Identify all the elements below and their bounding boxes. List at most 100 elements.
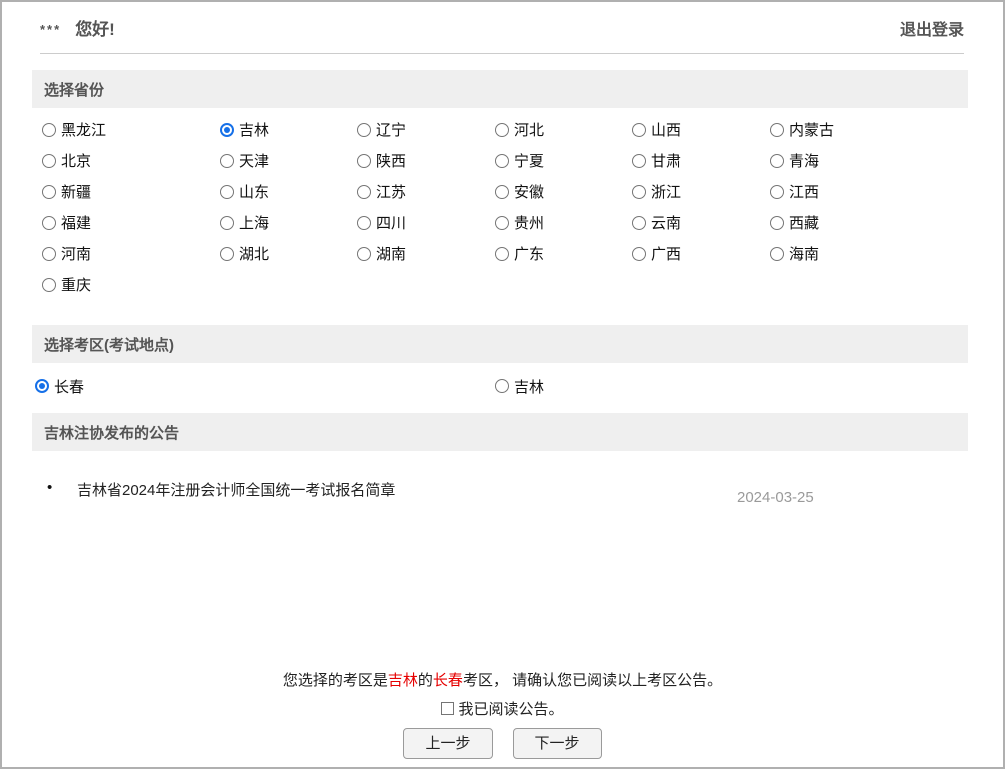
province-option[interactable]: 黑龙江 [42, 114, 220, 145]
topbar: *** 您好! 退出登录 [40, 2, 964, 54]
masked-username: *** [40, 18, 61, 37]
province-option[interactable]: 湖南 [357, 238, 495, 269]
province-option[interactable]: 吉林 [220, 114, 357, 145]
registration-page: *** 您好! 退出登录 选择省份 黑龙江吉林辽宁河北山西内蒙古北京天津陕西宁夏… [0, 0, 1005, 769]
radio-icon [632, 216, 646, 230]
province-option[interactable]: 浙江 [632, 176, 770, 207]
exam-area-option[interactable]: 长春 [35, 371, 495, 401]
radio-icon [357, 247, 371, 261]
notice-date: 2024-03-25 [737, 477, 907, 506]
province-option[interactable]: 甘肃 [632, 145, 770, 176]
exam-area-radio-group: 长春 吉林 [35, 371, 1003, 401]
province-option-label: 江西 [789, 181, 819, 202]
navigation-buttons: 上一步 下一步 [2, 728, 1003, 759]
province-option-label: 广西 [651, 243, 681, 264]
radio-icon [42, 185, 56, 199]
radio-icon [42, 278, 56, 292]
province-option-label: 黑龙江 [61, 119, 106, 140]
province-option[interactable]: 江西 [770, 176, 1003, 207]
province-option[interactable]: 青海 [770, 145, 1003, 176]
province-option-label: 山东 [239, 181, 269, 202]
exam-area-option-label: 长春 [54, 376, 84, 397]
radio-icon [220, 154, 234, 168]
greeting-text: 您好! [75, 15, 115, 40]
read-confirm-checkbox[interactable]: 我已阅读公告。 [441, 698, 563, 719]
province-option-label: 重庆 [61, 274, 91, 295]
province-option[interactable]: 海南 [770, 238, 1003, 269]
province-radio-group: 黑龙江 吉林 辽宁 河北 山西 内蒙古北京 天津 陕西 宁夏甘肃青海新疆山东 江苏 安徽 浙江 江西福建… [42, 114, 1003, 300]
radio-icon [495, 247, 509, 261]
province-option-label: 天津 [239, 150, 269, 171]
province-option[interactable]: 河北 [495, 114, 632, 145]
province-option[interactable]: 四川 [357, 207, 495, 238]
logout-link[interactable]: 退出登录 [900, 16, 964, 40]
radio-icon [770, 154, 784, 168]
province-option[interactable]: 重庆 [42, 269, 220, 300]
exam-area-section-title: 选择考区(考试地点) [44, 334, 174, 355]
province-option-label: 内蒙古 [789, 119, 834, 140]
province-option-label: 西藏 [789, 212, 819, 233]
radio-selected-icon [220, 123, 234, 137]
province-option-label: 云南 [651, 212, 681, 233]
province-option[interactable]: 辽宁 [357, 114, 495, 145]
province-option[interactable]: 河南 [42, 238, 220, 269]
province-section-title: 选择省份 [44, 79, 104, 100]
exam-area-option[interactable]: 吉林 [495, 371, 1003, 401]
radio-icon [632, 123, 646, 137]
province-option-label: 湖南 [376, 243, 406, 264]
radio-icon [632, 185, 646, 199]
province-option[interactable]: 北京 [42, 145, 220, 176]
radio-icon [770, 185, 784, 199]
province-option-label: 海南 [789, 243, 819, 264]
province-option[interactable]: 宁夏 [495, 145, 632, 176]
province-option[interactable]: 福建 [42, 207, 220, 238]
province-option[interactable]: 广西 [632, 238, 770, 269]
read-confirm-label: 我已阅读公告。 [458, 698, 563, 719]
read-confirm-row: 我已阅读公告。 [2, 698, 1003, 719]
province-option[interactable]: 云南 [632, 207, 770, 238]
radio-icon [770, 123, 784, 137]
province-option-label: 河北 [514, 119, 544, 140]
radio-icon [42, 247, 56, 261]
province-option-label: 陕西 [376, 150, 406, 171]
radio-icon [632, 247, 646, 261]
province-option-label: 福建 [61, 212, 91, 233]
province-option[interactable]: 广东 [495, 238, 632, 269]
province-option[interactable]: 新疆 [42, 176, 220, 207]
province-option[interactable]: 贵州 [495, 207, 632, 238]
previous-step-button[interactable]: 上一步 [403, 728, 492, 759]
province-option-label: 浙江 [651, 181, 681, 202]
province-option[interactable]: 西藏 [770, 207, 1003, 238]
province-option-label: 江苏 [376, 181, 406, 202]
province-option-label: 吉林 [239, 119, 269, 140]
notice-list: •吉林省2024年注册会计师全国统一考试报名简章2024-03-25 [47, 477, 907, 506]
province-option[interactable]: 山东 [220, 176, 357, 207]
radio-icon [357, 216, 371, 230]
radio-icon [770, 247, 784, 261]
province-option[interactable]: 江苏 [357, 176, 495, 207]
radio-icon [495, 216, 509, 230]
radio-icon [357, 154, 371, 168]
province-option[interactable]: 陕西 [357, 145, 495, 176]
exam-area-option-label: 吉林 [514, 376, 544, 397]
radio-icon [495, 185, 509, 199]
province-option[interactable]: 内蒙古 [770, 114, 1003, 145]
province-option-label: 安徽 [514, 181, 544, 202]
province-option[interactable]: 湖北 [220, 238, 357, 269]
province-option-label: 广东 [514, 243, 544, 264]
confirmation-text: 您选择的考区是吉林的长春考区， 请确认您已阅读以上考区公告。 [2, 669, 1003, 690]
province-option-label: 山西 [651, 119, 681, 140]
next-step-button[interactable]: 下一步 [513, 728, 602, 759]
province-option-label: 北京 [61, 150, 91, 171]
radio-icon [770, 216, 784, 230]
notice-title-link[interactable]: 吉林省2024年注册会计师全国统一考试报名简章 [77, 477, 737, 500]
province-option[interactable]: 上海 [220, 207, 357, 238]
province-option[interactable]: 安徽 [495, 176, 632, 207]
province-option[interactable]: 天津 [220, 145, 357, 176]
radio-icon [220, 216, 234, 230]
province-option-label: 贵州 [514, 212, 544, 233]
user-greeting: *** 您好! [40, 15, 115, 40]
notice-section-title: 吉林注协发布的公告 [44, 422, 179, 443]
province-option-label: 辽宁 [376, 119, 406, 140]
province-option[interactable]: 山西 [632, 114, 770, 145]
